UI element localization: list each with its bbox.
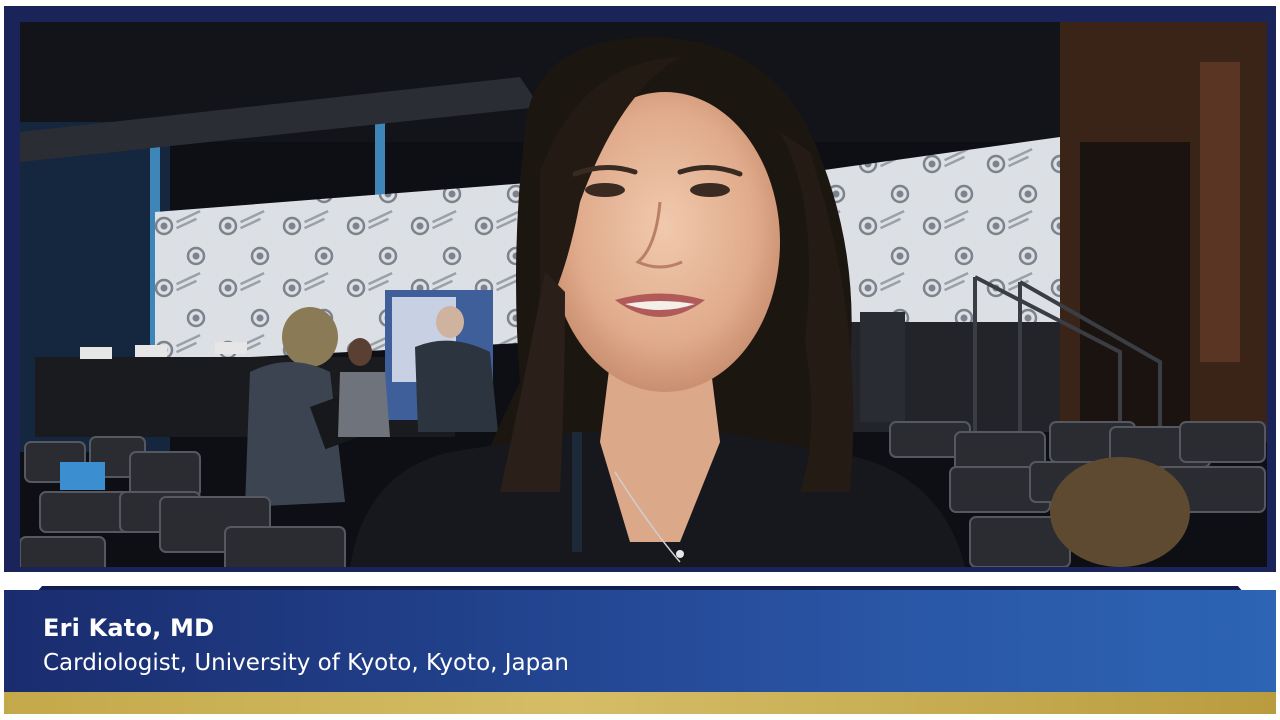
video-border xyxy=(4,6,1276,572)
video-feed xyxy=(20,22,1267,567)
video-frame: Eri Kato, MD Cardiologist, University of… xyxy=(0,0,1280,720)
interview-scene xyxy=(20,22,1267,567)
speaker-name: Eri Kato, MD xyxy=(43,614,215,642)
speaker-title: Cardiologist, University of Kyoto, Kyoto… xyxy=(43,650,569,676)
gold-accent-bar xyxy=(4,692,1276,714)
